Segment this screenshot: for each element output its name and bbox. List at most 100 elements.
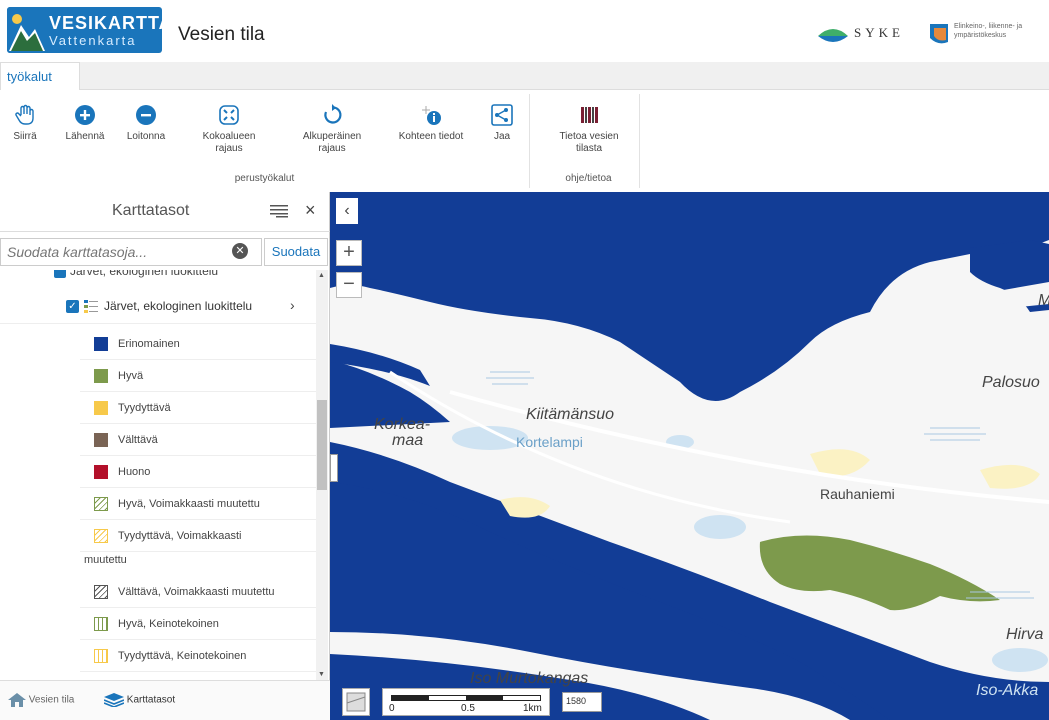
map-zoom-in-button[interactable]: + <box>336 240 362 266</box>
map-canvas[interactable] <box>330 192 1049 720</box>
book-icon <box>581 107 598 123</box>
vesikartta-logo[interactable]: VESIKARTTA Vattenkarta <box>7 7 162 53</box>
basic-tools-group: Siirrä Lähennä Loitonna Kokoalueen rajau… <box>0 94 530 188</box>
scroll-down-icon[interactable]: ▼ <box>318 671 325 678</box>
filter-button[interactable]: Suodata <box>264 238 328 266</box>
scale-label-1km: 1km <box>523 703 542 714</box>
panel-bottom-tabs: Vesien tila Karttatasot <box>0 680 330 720</box>
legend-swatch <box>94 369 108 383</box>
layer-list: Järvet, ekologinen luokittelu ✓ Järvet, … <box>0 270 316 680</box>
ely-icon <box>930 24 948 44</box>
panel-resize-handle[interactable] <box>330 454 338 482</box>
legend-label: Välttävä, Voimakkaasti muutettu <box>118 586 275 598</box>
legend-swatch <box>94 497 108 511</box>
tab-karttatasot[interactable]: Karttatasot <box>103 693 175 708</box>
filter-row: ✕ Suodata <box>0 236 330 268</box>
legend-item: Erinomainen <box>80 328 316 360</box>
info-group-label: ohje/tietoa <box>565 173 612 184</box>
small-lake-2 <box>694 515 746 539</box>
zoom-in-button[interactable]: Lähennä <box>60 104 110 143</box>
zoom-out-button[interactable]: Loitonna <box>120 104 172 143</box>
legend-swatch <box>94 337 108 351</box>
water-status-info-label: Tietoa vesien tilasta <box>559 131 619 154</box>
zoom-in-icon <box>75 105 95 125</box>
original-extent-label: Alkuperäinen rajaus <box>302 131 362 154</box>
hand-icon <box>15 104 34 125</box>
info-icon <box>422 106 441 125</box>
collapse-panel-button[interactable]: ‹ <box>336 198 358 224</box>
legend-item: Huono <box>80 456 316 488</box>
syke-wave-icon <box>818 29 848 42</box>
legend-list-icon[interactable] <box>84 299 98 313</box>
scale-bar-graphic <box>391 695 541 701</box>
legend-label: Tyydyttävä <box>118 402 171 414</box>
share-button[interactable]: Jaa <box>488 104 516 143</box>
map-view[interactable]: ‹ + − Korkea- maa Kiitämänsuo Kortelampi… <box>330 192 1049 720</box>
layer-list-scrollbar[interactable]: ▲ ▼ <box>316 270 328 680</box>
place-m: M <box>1038 292 1049 310</box>
place-kortelampi: Kortelampi <box>516 434 583 450</box>
legend-item: Tyydyttävä, Keinotekoinen <box>80 640 316 672</box>
feature-info-label: Kohteen tiedot <box>398 131 464 142</box>
place-maa: maa <box>392 432 424 449</box>
layer-row-lakes-ecological[interactable]: ✓ Järvet, ekologinen luokittelu › <box>0 288 316 324</box>
clear-filter-icon[interactable]: ✕ <box>232 243 248 259</box>
tab-vesien-tila[interactable]: Vesien tila <box>8 693 74 707</box>
basic-tools-group-label: perustyökalut <box>234 173 295 184</box>
parent-layer-label: Järvet, ekologinen luokittelu <box>70 270 219 278</box>
scroll-up-icon[interactable]: ▲ <box>318 272 325 279</box>
scale-label-0: 0 <box>389 703 395 714</box>
pan-button[interactable]: Siirrä <box>6 104 44 143</box>
legend-item: Tyydyttävä <box>80 392 316 424</box>
zoom-in-label: Lähennä <box>65 131 105 142</box>
filter-layers-input[interactable] <box>0 238 262 266</box>
legend-label: Huono <box>118 466 151 478</box>
list-menu-icon[interactable] <box>270 204 288 218</box>
layer-name: Järvet, ekologinen luokittelu <box>104 299 253 313</box>
legend-swatch <box>94 465 108 479</box>
ely-logo[interactable]: Elinkeino-, liikenne- ja ympäristökeskus <box>928 20 1038 48</box>
ely-text: Elinkeino-, liikenne- ja ympäristökeskus <box>954 23 1023 39</box>
tab-strip: työkalut <box>0 62 1049 90</box>
logo-subtitle: Vattenkarta <box>49 33 137 48</box>
full-extent-button[interactable]: Kokoalueen rajaus <box>198 104 260 155</box>
place-iso-murtokangas: Iso Murtokangas <box>470 670 589 687</box>
legend-label: Erinomainen <box>118 338 180 350</box>
share-icon <box>491 104 513 126</box>
layers-panel-header: Karttatasot × <box>0 192 330 232</box>
place-rauhaniemi: Rauhaniemi <box>820 486 895 502</box>
chevron-right-icon[interactable]: › <box>290 297 295 313</box>
legend-swatch <box>94 529 108 543</box>
parent-layer-checkbox[interactable] <box>54 270 66 278</box>
map-zoom-out-button[interactable]: − <box>336 272 362 298</box>
scale-bar: 0 0.5 1km <box>382 688 550 716</box>
tab-tools[interactable]: työkalut <box>0 62 80 90</box>
toolbar-ribbon: Siirrä Lähennä Loitonna Kokoalueen rajau… <box>0 90 1049 192</box>
logo-title: VESIKARTTA <box>49 13 162 33</box>
legend-item: Hyvä, Keinotekoinen <box>80 608 316 640</box>
original-extent-icon <box>324 104 342 124</box>
share-label: Jaa <box>493 131 511 142</box>
legend-item: Hyvä <box>80 360 316 392</box>
small-lake-3 <box>992 648 1048 672</box>
syke-text: SYKE <box>854 25 904 40</box>
place-hirva: Hirva <box>1006 626 1044 643</box>
info-group: Tietoa vesien tilasta ohje/tietoa <box>538 94 640 188</box>
zoom-level-box[interactable]: 1580 <box>562 692 602 712</box>
scale-label-half: 0.5 <box>461 703 475 714</box>
place-kiitamansuo: Kiitämänsuo <box>526 406 615 423</box>
water-status-info-button[interactable]: Tietoa vesien tilasta <box>552 104 626 155</box>
legend-swatch <box>94 433 108 447</box>
overview-map-icon[interactable] <box>342 688 370 716</box>
layer-checkbox[interactable]: ✓ <box>66 300 79 313</box>
legend-label: Tyydyttävä, Voimakkaasti <box>118 530 242 542</box>
zoom-level-value: 1580 <box>566 696 587 706</box>
scroll-thumb[interactable] <box>317 400 327 490</box>
syke-logo[interactable]: SYKE <box>816 22 926 46</box>
place-iso-akka: Iso-Akka <box>976 682 1039 699</box>
original-extent-button[interactable]: Alkuperäinen rajaus <box>296 104 368 155</box>
legend-label: Tyydyttävä, Keinotekoinen <box>118 650 247 662</box>
legend-swatch <box>94 401 108 415</box>
close-icon[interactable]: × <box>305 200 316 221</box>
feature-info-button[interactable]: Kohteen tiedot <box>392 104 470 143</box>
